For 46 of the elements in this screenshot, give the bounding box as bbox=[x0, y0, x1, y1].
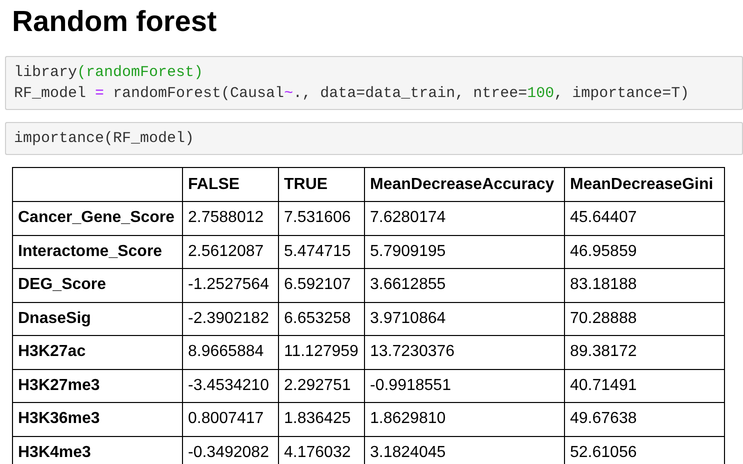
row-header-cell: H3K36me3 bbox=[12, 402, 182, 436]
table-cell: 5.7909195 bbox=[364, 235, 564, 268]
code-line: RF_model = randomForest(Causal~., data=data_train, ntree=100, importance=T) bbox=[14, 84, 690, 104]
table-cell: 2.292751 bbox=[278, 369, 364, 402]
table-cell: -1.2527564 bbox=[182, 268, 278, 302]
row-header-cell: Cancer_Gene_Score bbox=[12, 202, 182, 235]
table-cell: 1.8629810 bbox=[364, 402, 564, 436]
table-cell: 1.836425 bbox=[278, 402, 364, 436]
page-title: Random forest bbox=[11, 5, 218, 40]
table-cell: 8.9665884 bbox=[182, 336, 278, 369]
table-cell: 83.18188 bbox=[564, 268, 724, 302]
code-cell[interactable]: importance(RF_model) bbox=[5, 122, 743, 155]
table-cell: 2.7588012 bbox=[182, 202, 278, 235]
row-header-cell: H3K27ac bbox=[12, 336, 182, 369]
table-cell: 45.64407 bbox=[564, 202, 724, 235]
table-cell: 89.38172 bbox=[564, 336, 724, 369]
table-cell: 3.9710864 bbox=[364, 302, 564, 336]
table-header-cell: FALSE bbox=[182, 168, 278, 202]
table-header-cell: MeanDecreaseGini bbox=[564, 168, 724, 202]
table-cell: -0.9918551 bbox=[364, 369, 564, 402]
table-cell: 46.95859 bbox=[564, 235, 724, 268]
table-cell: 6.592107 bbox=[278, 268, 364, 302]
table-cell: 3.6612855 bbox=[364, 268, 564, 302]
table-cell: 70.28888 bbox=[564, 302, 724, 336]
table-cell: 40.71491 bbox=[564, 369, 724, 402]
table-header-cell: MeanDecreaseAccuracy bbox=[364, 168, 564, 202]
table-cell: 0.8007417 bbox=[182, 402, 278, 436]
table-cell: -3.4534210 bbox=[182, 369, 278, 402]
table-header-cell: TRUE bbox=[278, 168, 364, 202]
table-cell: 49.67638 bbox=[564, 402, 724, 436]
code-line: library(randomForest) bbox=[14, 63, 204, 83]
table-cell: 2.5612087 bbox=[182, 235, 278, 268]
row-header-cell: H3K27me3 bbox=[12, 369, 182, 402]
table-cell: 7.531606 bbox=[278, 202, 364, 235]
table-cell: 13.7230376 bbox=[364, 336, 564, 369]
row-header-cell: DnaseSig bbox=[12, 302, 182, 336]
code-cell[interactable]: library(randomForest) RF_model = randomForest(Causal~., data=data_train, ntree=100, importance=T) bbox=[5, 56, 743, 110]
table-cell: 5.474715 bbox=[278, 235, 364, 268]
row-header-cell: H3K4me3 bbox=[12, 436, 182, 464]
table-cell: -2.3902182 bbox=[182, 302, 278, 336]
table-cell: 6.653258 bbox=[278, 302, 364, 336]
row-header-cell: Interactome_Score bbox=[12, 235, 182, 268]
table-cell: 11.127959 bbox=[278, 336, 364, 369]
code-line: importance(RF_model) bbox=[14, 129, 196, 149]
table-cell: 7.6280174 bbox=[364, 202, 564, 235]
row-header-cell: DEG_Score bbox=[12, 268, 182, 302]
